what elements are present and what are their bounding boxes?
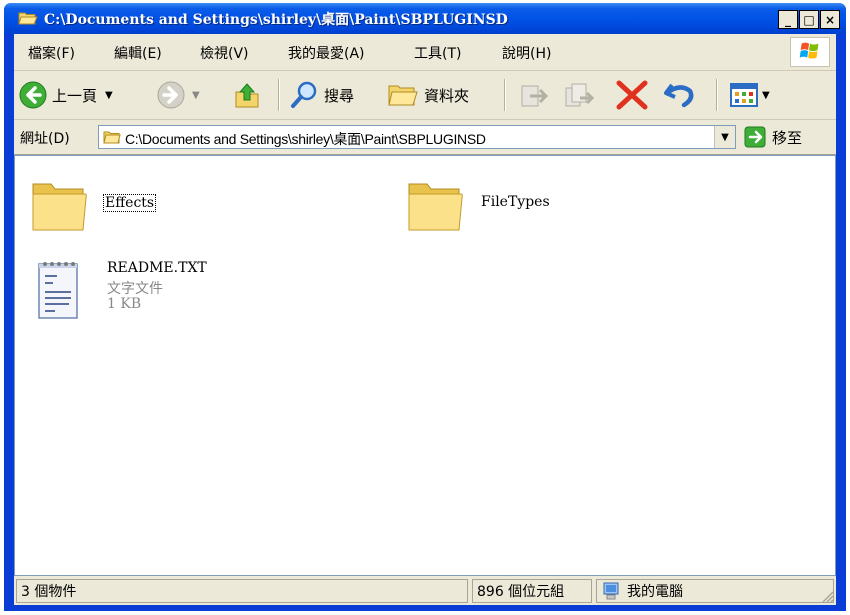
menu-edit[interactable]: 編輯(E) — [114, 43, 162, 63]
folder-open-icon — [18, 12, 38, 25]
toolbar-separator — [504, 79, 506, 111]
toolbar-separator — [716, 79, 718, 111]
file-size: 1 KB — [107, 296, 142, 312]
menu-help[interactable]: 說明(H) — [502, 43, 551, 63]
delete-button[interactable] — [614, 77, 650, 113]
status-location: 我的電腦 — [596, 579, 834, 603]
maximize-button[interactable]: □ — [799, 10, 819, 29]
forward-arrow-icon — [157, 81, 185, 109]
address-bar: 網址(D) C:\Documents and Settings\shirley\… — [14, 120, 836, 155]
address-input[interactable]: C:\Documents and Settings\shirley\桌面\Pai… — [98, 125, 736, 149]
folder-icon — [103, 131, 121, 144]
resize-grip-icon[interactable] — [820, 589, 834, 603]
views-button[interactable]: ▼ — [728, 77, 770, 113]
menu-bar: 檔案(F) 編輯(E) 檢視(V) 我的最愛(A) 工具(T) 說明(H) — [14, 34, 836, 71]
forward-button[interactable]: ▼ — [156, 77, 200, 113]
windows-flag-icon — [799, 42, 819, 59]
windows-logo — [790, 37, 830, 67]
status-size: 896 個位元組 — [472, 579, 592, 603]
menu-tools[interactable]: 工具(T) — [414, 43, 461, 63]
my-computer-icon — [603, 582, 619, 600]
minimize-button[interactable]: _ — [778, 10, 798, 29]
status-location-label: 我的電腦 — [627, 584, 683, 600]
search-icon — [291, 81, 317, 108]
file-name: README.TXT — [107, 260, 207, 276]
back-arrow-icon — [19, 81, 47, 109]
address-label: 網址(D) — [20, 131, 70, 147]
move-to-icon — [521, 85, 549, 107]
file-item-filetypes[interactable]: FileTypes — [405, 176, 625, 240]
address-value: C:\Documents and Settings\shirley\桌面\Pai… — [125, 131, 486, 147]
move-to-button[interactable] — [516, 77, 550, 113]
standard-toolbar: 上一頁 ▼ ▼ 搜尋 資料夾 ▼ — [14, 71, 836, 120]
toolbar-separator — [278, 79, 280, 111]
folders-icon — [388, 85, 418, 106]
back-dropdown-icon[interactable]: ▼ — [105, 90, 113, 101]
up-folder-icon — [235, 83, 259, 108]
go-arrow-icon — [744, 126, 766, 148]
folders-button[interactable]: 資料夾 — [386, 77, 469, 113]
up-folder-button[interactable] — [232, 77, 262, 113]
back-button[interactable]: 上一頁 ▼ — [18, 77, 113, 113]
status-object-count: 3 個物件 — [16, 579, 468, 603]
file-name: Effects — [103, 194, 157, 212]
explorer-window: C:\Documents and Settings\shirley\桌面\Pai… — [4, 3, 846, 611]
file-item-readme[interactable]: README.TXT 文字文件 1 KB — [31, 256, 271, 328]
file-item-effects[interactable]: Effects — [29, 176, 229, 240]
chevron-down-icon: ▼ — [721, 131, 729, 143]
back-label: 上一頁 — [52, 86, 98, 105]
go-label: 移至 — [772, 128, 803, 147]
close-button[interactable]: × — [820, 10, 840, 29]
undo-button[interactable] — [662, 77, 698, 113]
file-name: FileTypes — [481, 194, 550, 210]
go-button[interactable]: 移至 — [744, 125, 802, 149]
views-icon — [730, 83, 758, 107]
copy-to-icon — [565, 83, 595, 107]
undo-icon — [664, 83, 694, 108]
menu-file[interactable]: 檔案(F) — [28, 43, 75, 63]
file-type: 文字文件 — [107, 281, 163, 297]
forward-dropdown-icon[interactable]: ▼ — [192, 90, 200, 101]
menu-view[interactable]: 檢視(V) — [200, 43, 249, 63]
window-body: 檔案(F) 編輯(E) 檢視(V) 我的最愛(A) 工具(T) 說明(H) 上一… — [14, 34, 836, 605]
address-dropdown-button[interactable]: ▼ — [714, 126, 735, 148]
search-button[interactable]: 搜尋 — [288, 77, 354, 113]
notepad-file-icon — [38, 262, 78, 319]
folder-icon — [408, 183, 463, 231]
menu-favorites[interactable]: 我的最愛(A) — [288, 43, 365, 63]
search-label: 搜尋 — [324, 86, 355, 105]
copy-to-button[interactable] — [562, 77, 596, 113]
file-list-view[interactable]: Effects FileTypes README.TXT 文字文件 1 KB — [14, 155, 836, 576]
window-title: C:\Documents and Settings\shirley\桌面\Pai… — [44, 12, 508, 28]
views-dropdown-icon[interactable]: ▼ — [762, 90, 770, 101]
delete-x-icon — [616, 80, 648, 110]
folder-icon — [32, 183, 87, 231]
caption-buttons: _ □ × — [778, 10, 840, 29]
folders-label: 資料夾 — [424, 86, 470, 105]
status-bar: 3 個物件 896 個位元組 我的電腦 — [14, 577, 836, 605]
title-bar[interactable]: C:\Documents and Settings\shirley\桌面\Pai… — [4, 3, 846, 34]
